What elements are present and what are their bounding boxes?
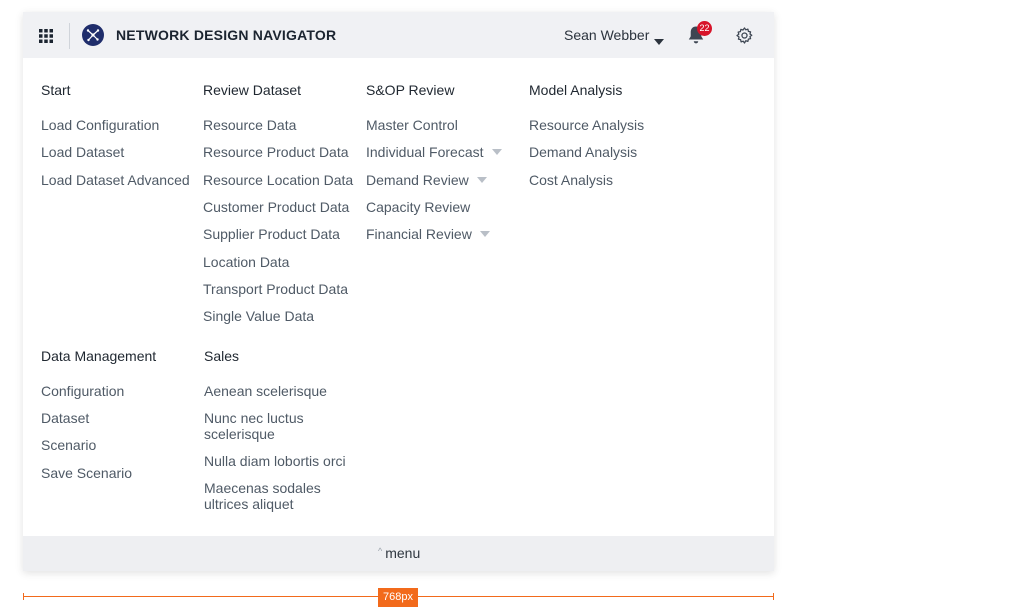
menu-item-nunc-nec-luctus[interactable]: Nunc nec luctus scelerisque [204,410,334,442]
menu-item-individual-forecast[interactable]: Individual Forecast [366,144,502,160]
header-divider [69,23,70,49]
width-ruler-tick-left [23,593,24,600]
menu-item-label: Financial Review [366,226,472,242]
section-title-sales: Sales [204,348,240,364]
menu-item-customer-product-data[interactable]: Customer Product Data [203,199,349,215]
section-title-data-management: Data Management [41,348,157,364]
top-bar: NETWORK DESIGN NAVIGATOR Sean Webber 22 [23,12,774,58]
width-ruler-label: 768px [378,588,418,607]
menu-item-scenario[interactable]: Scenario [41,437,96,453]
section-title-review-dataset: Review Dataset [203,82,302,98]
section-title-model-analysis: Model Analysis [529,82,623,98]
menu-item-maecenas-sodales[interactable]: Maecenas sodales ultrices aliquet [204,480,334,512]
menu-item-single-value-data[interactable]: Single Value Data [203,308,314,324]
menu-item-configuration[interactable]: Configuration [41,383,124,399]
menu-toggle-button[interactable]: ^ menu [378,545,420,561]
caret-down-icon [479,231,490,238]
menu-item-resource-analysis[interactable]: Resource Analysis [529,117,644,133]
network-logo-icon [82,24,104,46]
menu-item-resource-product-data[interactable]: Resource Product Data [203,144,349,160]
menu-item-supplier-product-data[interactable]: Supplier Product Data [203,226,340,242]
menu-item-demand-review[interactable]: Demand Review [366,172,487,188]
menu-footer: ^ menu [23,536,774,571]
gear-icon[interactable] [735,26,754,50]
menu-item-dataset[interactable]: Dataset [41,410,89,426]
menu-item-master-control[interactable]: Master Control [366,117,458,133]
chevron-up-icon: ^ [378,546,383,556]
menu-item-label: Individual Forecast [366,144,484,160]
menu-item-cost-analysis[interactable]: Cost Analysis [529,172,613,188]
menu-item-aenean-scelerisque[interactable]: Aenean scelerisque [204,383,327,399]
menu-item-load-dataset[interactable]: Load Dataset [41,144,124,160]
caret-down-icon [476,177,487,184]
notification-badge: 22 [697,21,712,36]
menu-item-resource-location-data[interactable]: Resource Location Data [203,172,353,188]
menu-item-save-scenario[interactable]: Save Scenario [41,465,132,481]
menu-item-transport-product-data[interactable]: Transport Product Data [203,281,348,297]
caret-down-icon [491,149,502,156]
section-title-start: Start [41,82,71,98]
grid-icon[interactable] [39,29,53,43]
menu-item-load-dataset-advanced[interactable]: Load Dataset Advanced [41,172,190,188]
navigation-panel: NETWORK DESIGN NAVIGATOR Sean Webber 22 … [23,12,774,571]
menu-item-label: Demand Review [366,172,469,188]
section-title-sop-review: S&OP Review [366,82,455,98]
menu-item-load-configuration[interactable]: Load Configuration [41,117,159,133]
menu-item-financial-review[interactable]: Financial Review [366,226,490,242]
user-menu[interactable]: Sean Webber [564,27,649,43]
menu-toggle-label: menu [385,545,421,561]
menu-item-location-data[interactable]: Location Data [203,254,289,270]
menu-item-capacity-review[interactable]: Capacity Review [366,199,470,215]
menu-item-resource-data[interactable]: Resource Data [203,117,296,133]
caret-down-icon[interactable] [654,32,664,50]
width-ruler-tick-right [773,593,774,600]
menu-item-demand-analysis[interactable]: Demand Analysis [529,144,637,160]
menu-item-nulla-diam[interactable]: Nulla diam lobortis orci [204,453,346,469]
app-title: NETWORK DESIGN NAVIGATOR [116,27,337,43]
